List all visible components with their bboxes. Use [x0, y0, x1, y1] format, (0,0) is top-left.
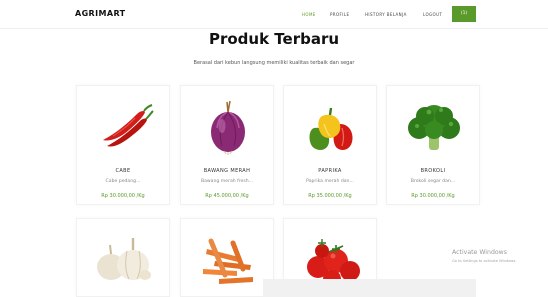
- navbar: AGRIMART HOME PROFILE HISTORY BELANJA LO…: [0, 0, 548, 29]
- product-card-bawang-merah[interactable]: BAWANG MERAH Bawang merah fresh... Rp 45…: [180, 85, 274, 205]
- product-price: Rp 45.000,00 /Kg: [205, 193, 249, 199]
- product-card-carrot[interactable]: [180, 218, 274, 297]
- product-card-paprika[interactable]: PAPRIKA Paprika merah dan... Rp 35.000,0…: [283, 85, 377, 205]
- watermark-subtitle: Go to Settings to activate Windows.: [452, 259, 517, 263]
- red-onion-icon: [211, 100, 245, 155]
- broccoli-icon: [408, 105, 460, 150]
- product-name: BAWANG MERAH: [203, 168, 251, 174]
- watermark-title: Activate Windows: [452, 249, 507, 256]
- product-card-brokoli[interactable]: BROKOLI Brokoli segar dan... Rp 30.000,0…: [386, 85, 480, 205]
- product-desc: Cabe pedang...: [105, 179, 141, 184]
- page-subtitle: Berasal dari kebun langsung memiliki kua…: [193, 60, 355, 66]
- nav-logout[interactable]: LOGOUT: [423, 12, 442, 17]
- bottom-overlay: [263, 279, 476, 297]
- nav-profile[interactable]: PROFILE: [330, 12, 349, 17]
- product-price: Rp 30.000,00 /Kg: [101, 193, 145, 199]
- product-desc: Brokoli segar dan...: [410, 179, 456, 184]
- chili-icon: [103, 104, 154, 147]
- garlic-icon: [97, 238, 151, 280]
- carrot-icon: [203, 238, 253, 284]
- product-name: CABE: [115, 168, 131, 174]
- cart-button[interactable]: (1): [452, 6, 476, 22]
- nav-history-belanja[interactable]: HISTORY BELANJA: [365, 12, 407, 17]
- product-name: BROKOLI: [420, 168, 446, 174]
- bell-pepper-icon: [309, 107, 353, 150]
- product-desc: Bawang merah fresh...: [200, 179, 254, 184]
- brand-logo[interactable]: AGRIMART: [75, 9, 126, 18]
- nav-home[interactable]: HOME: [302, 12, 316, 17]
- product-card-garlic[interactable]: [76, 218, 170, 297]
- product-price: Rp 35.000,00 /Kg: [308, 193, 352, 199]
- page-title: Produk Terbaru: [208, 30, 340, 48]
- product-price: Rp 30.000,00 /Kg: [411, 193, 455, 199]
- product-card-cabe[interactable]: CABE Cabe pedang... Rp 30.000,00 /Kg: [76, 85, 170, 205]
- product-desc: Paprika merah dan...: [306, 179, 354, 184]
- product-name: PAPRIKA: [318, 168, 342, 174]
